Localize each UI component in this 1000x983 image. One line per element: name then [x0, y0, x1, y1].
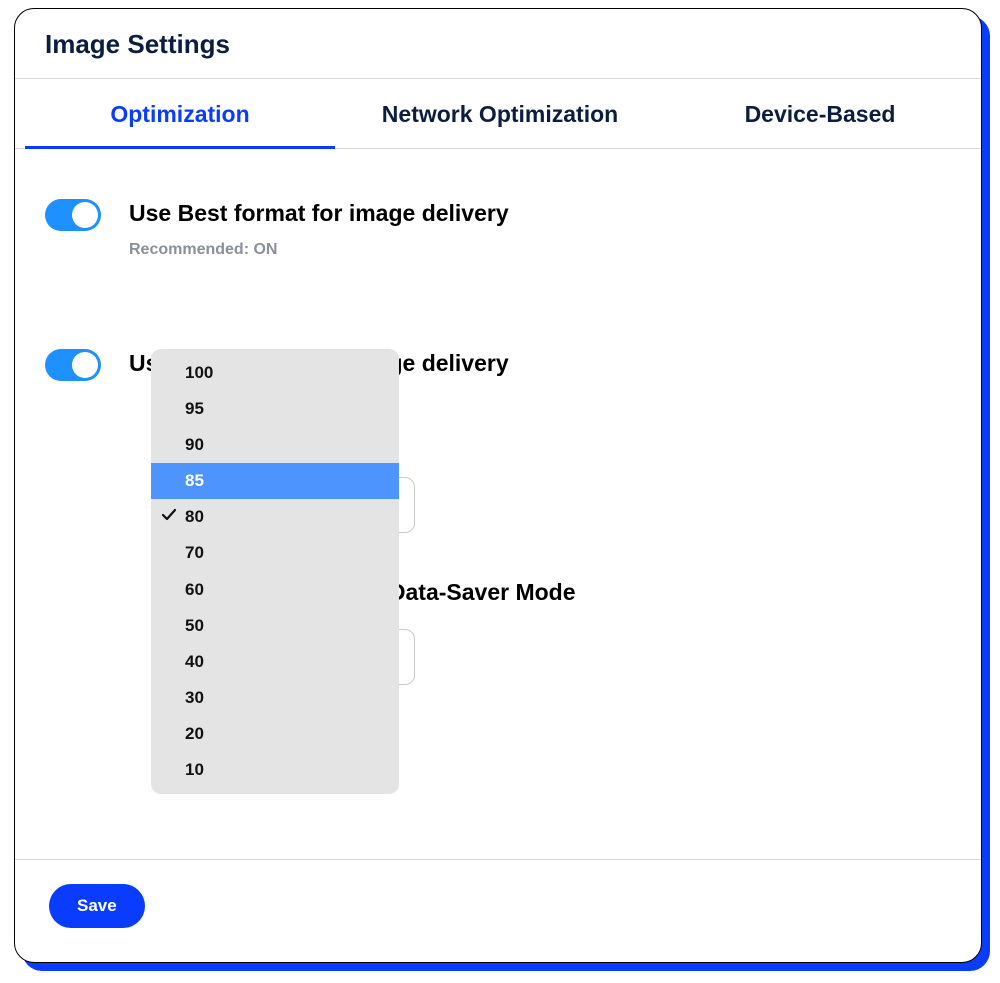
tab-network-optimization[interactable]: Network Optimization — [335, 79, 665, 148]
quality-dropdown: 100 95 90 85 80 70 60 50 40 30 20 10 — [151, 349, 399, 794]
dropdown-option-95[interactable]: 95 — [151, 391, 399, 427]
toggle-best-format-2[interactable] — [45, 349, 101, 381]
page-title: Image Settings — [45, 29, 951, 60]
dropdown-option-10[interactable]: 10 — [151, 752, 399, 788]
content-area: Use Best format for image delivery Recom… — [15, 149, 981, 829]
setting-title: Use Best format for image delivery — [129, 199, 951, 229]
dropdown-option-80[interactable]: 80 — [151, 499, 399, 535]
setting-subtitle: Recommended: ON — [129, 241, 951, 259]
check-icon — [161, 507, 177, 523]
tab-optimization[interactable]: Optimization — [25, 79, 335, 148]
dropdown-option-20[interactable]: 20 — [151, 716, 399, 752]
settings-card: Image Settings Optimization Network Opti… — [14, 8, 982, 963]
setting-best-format-1: Use Best format for image delivery Recom… — [45, 149, 951, 259]
toggle-best-format-1[interactable] — [45, 199, 101, 231]
dropdown-option-40[interactable]: 40 — [151, 644, 399, 680]
dropdown-option-90[interactable]: 90 — [151, 427, 399, 463]
dropdown-option-85[interactable]: 85 — [151, 463, 399, 499]
footer: Save — [15, 859, 981, 962]
tab-device-based[interactable]: Device-Based — [665, 79, 975, 148]
dropdown-option-60[interactable]: 60 — [151, 572, 399, 608]
setting-body: Use Best format for image delivery Recom… — [129, 199, 951, 259]
dropdown-option-30[interactable]: 30 — [151, 680, 399, 716]
header: Image Settings — [15, 9, 981, 79]
toggle-knob — [72, 352, 98, 378]
dropdown-option-100[interactable]: 100 — [151, 355, 399, 391]
save-button[interactable]: Save — [49, 884, 145, 928]
dropdown-option-50[interactable]: 50 — [151, 608, 399, 644]
dropdown-option-70[interactable]: 70 — [151, 535, 399, 571]
toggle-knob — [72, 202, 98, 228]
tabs: Optimization Network Optimization Device… — [15, 79, 981, 149]
dropdown-option-label: 80 — [185, 507, 204, 526]
